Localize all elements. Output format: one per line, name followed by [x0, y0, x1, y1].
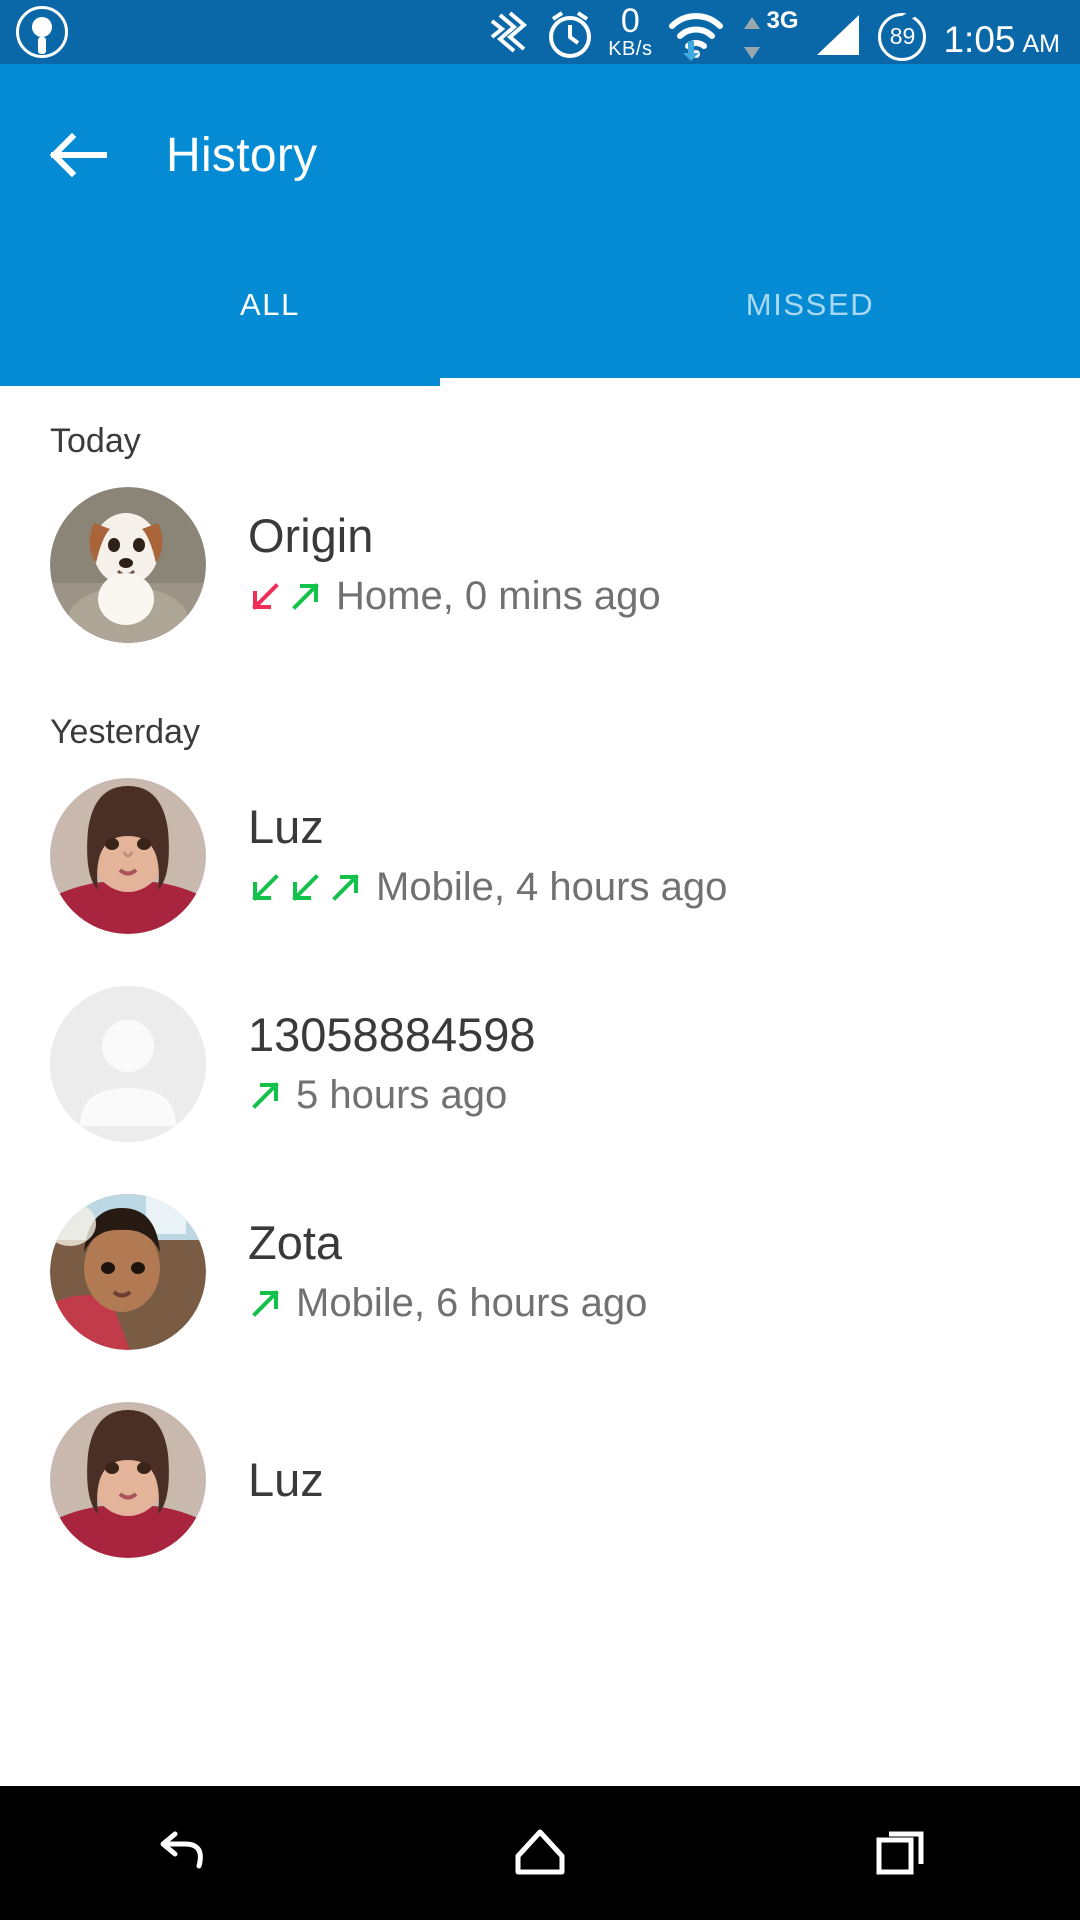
- call-item-name: Zota: [248, 1215, 343, 1269]
- tab-all-label: ALL: [240, 287, 300, 322]
- call-item-text: Zota Mobile, 6 hours ago: [248, 1215, 647, 1326]
- missed-call-arrow-icon: [252, 582, 279, 610]
- recents-nav-icon[interactable]: [810, 1786, 990, 1920]
- network-type-label: 3G: [766, 6, 799, 34]
- clock-period: AM: [1022, 29, 1061, 58]
- avatar-placeholder: [50, 986, 206, 1142]
- call-history-list: Today Origin Home, 0 mins ago Yesterday …: [0, 378, 1080, 1584]
- wifi-icon: [665, 9, 727, 61]
- call-direction-icons: [248, 1079, 282, 1113]
- status-bar-clock: 1:05 AM: [943, 19, 1060, 61]
- call-direction-icons: [248, 871, 362, 905]
- data-rate-indicator: 0 KB/s: [608, 4, 652, 59]
- call-item-sub: Home, 0 mins ago: [248, 574, 661, 619]
- status-bar: 0 KB/s 3G 89 1:05 AM: [0, 0, 1080, 64]
- avatar: [50, 1402, 206, 1558]
- signal-bars-icon: [811, 9, 865, 61]
- call-item-name: Luz: [248, 799, 324, 853]
- section-header-today: Today: [50, 422, 141, 460]
- section-header-yesterday: Yesterday: [50, 713, 200, 751]
- call-direction-icons: [248, 1287, 282, 1321]
- call-item-sub: Mobile, 6 hours ago: [248, 1281, 647, 1326]
- call-list-item[interactable]: 13058884598 5 hours ago: [0, 960, 1080, 1168]
- system-navigation-bar: [0, 1786, 1080, 1920]
- home-nav-icon[interactable]: [450, 1786, 630, 1920]
- clock-time: 1:05: [943, 18, 1016, 60]
- avatar: [50, 487, 206, 643]
- outgoing-call-arrow-icon: [252, 1081, 279, 1109]
- call-item-sub: 5 hours ago: [248, 1073, 536, 1118]
- data-rate-value: 0: [620, 1, 640, 40]
- call-item-text: Origin Home, 0 mins ago: [248, 508, 661, 619]
- battery-indicator: 89: [878, 12, 927, 61]
- call-item-name: 13058884598: [248, 1007, 536, 1061]
- call-item-sub: Mobile, 4 hours ago: [248, 865, 727, 910]
- call-item-detail: Mobile, 6 hours ago: [296, 1281, 648, 1326]
- tab-missed-label: MISSED: [745, 287, 875, 322]
- app-bar: History: [0, 64, 1080, 246]
- call-item-detail: Home, 0 mins ago: [336, 574, 661, 619]
- incoming-call-arrow-icon: [292, 873, 319, 901]
- steering-wheel-icon: [16, 6, 68, 58]
- call-list-item[interactable]: Origin Home, 0 mins ago: [0, 461, 1080, 669]
- outgoing-call-arrow-icon: [292, 582, 319, 610]
- data-rate-unit: KB/s: [608, 37, 653, 60]
- data-transfer-arrows-icon: [744, 16, 761, 59]
- avatar: [50, 778, 206, 934]
- tab-bar: ALL MISSED: [0, 246, 1080, 386]
- call-item-detail: 5 hours ago: [296, 1073, 508, 1118]
- call-list-item[interactable]: Luz: [0, 1376, 1080, 1584]
- status-bar-right: 0 KB/s 3G 89 1:05 AM: [486, 4, 1060, 61]
- back-nav-icon[interactable]: [90, 1786, 270, 1920]
- call-direction-icons: [248, 580, 322, 614]
- call-item-name: Luz: [248, 1453, 324, 1507]
- alarm-clock-icon: [545, 9, 595, 61]
- battery-level: 89: [889, 23, 916, 49]
- incoming-call-arrow-icon: [252, 873, 279, 901]
- tab-active-indicator: [0, 378, 440, 386]
- outgoing-call-arrow-icon: [252, 1289, 279, 1317]
- vibrate-icon: [486, 9, 532, 61]
- call-list-item[interactable]: Zota Mobile, 6 hours ago: [0, 1168, 1080, 1376]
- call-item-text: Luz: [248, 799, 727, 910]
- call-item-name: Origin: [248, 508, 374, 562]
- tab-all[interactable]: ALL: [0, 246, 540, 378]
- network-type-indicator: 3G: [740, 7, 798, 61]
- call-item-text: 13058884598 5 hours ago: [248, 1007, 536, 1118]
- avatar: [50, 1194, 206, 1350]
- call-list-item[interactable]: Luz: [0, 752, 1080, 960]
- tab-missed[interactable]: MISSED: [540, 246, 1080, 378]
- status-bar-left: [16, 6, 68, 58]
- page-title: History: [166, 128, 318, 182]
- back-arrow-icon[interactable]: [46, 123, 110, 187]
- outgoing-call-arrow-icon: [332, 873, 359, 901]
- call-item-text: Luz: [248, 1453, 324, 1507]
- call-item-detail: Mobile, 4 hours ago: [376, 865, 728, 910]
